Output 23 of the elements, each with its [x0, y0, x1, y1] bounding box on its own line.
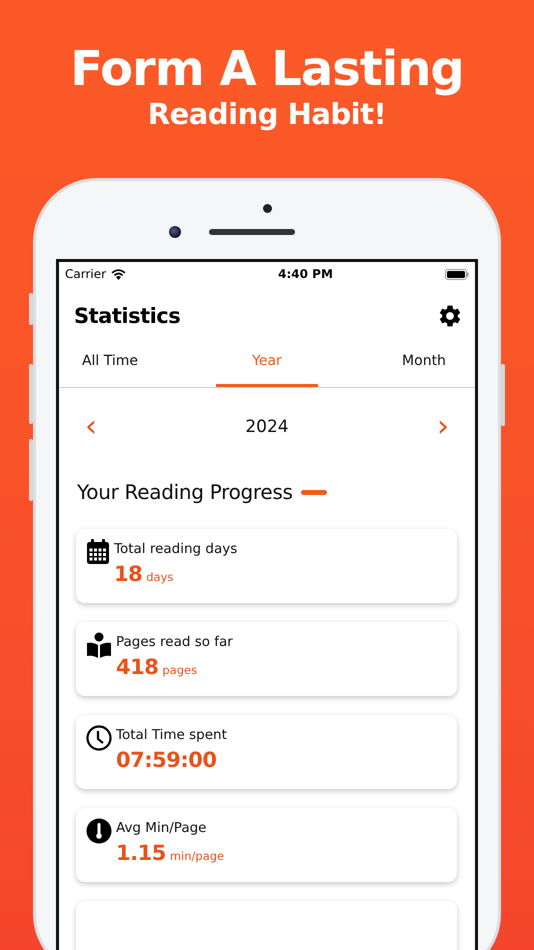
stat-unit: days	[146, 570, 174, 584]
screen-title: Statistics	[74, 304, 180, 328]
headline: Form A Lasting	[70, 40, 464, 98]
next-button[interactable]: ›	[430, 412, 455, 442]
stat-label: Avg Min/Page	[116, 819, 208, 838]
stat-label: Pages read so far	[116, 633, 233, 652]
stat-value: 07:59:00	[116, 748, 216, 772]
tab[interactable]: Month	[373, 346, 475, 387]
carrier-label: Carrier	[65, 267, 106, 281]
stat-value: 418	[116, 655, 158, 679]
previous-button[interactable]: ‹	[79, 412, 103, 442]
subheadline: Reading Habit!	[148, 98, 386, 130]
tab[interactable]: Year	[216, 346, 318, 387]
stat-value: 1.15	[116, 841, 166, 865]
tab[interactable]: All Time	[59, 346, 161, 387]
stat-label: Total Time spent	[116, 726, 227, 745]
stat-unit: min/page	[170, 849, 224, 863]
stat-label: Total reading days	[114, 540, 238, 559]
period-label: 2024	[245, 417, 289, 437]
section-title: Your Reading Progress	[77, 480, 293, 504]
status-time: 4:40 PM	[278, 267, 333, 281]
stat-unit: pages	[162, 663, 198, 677]
stat-value: 18	[114, 562, 142, 586]
